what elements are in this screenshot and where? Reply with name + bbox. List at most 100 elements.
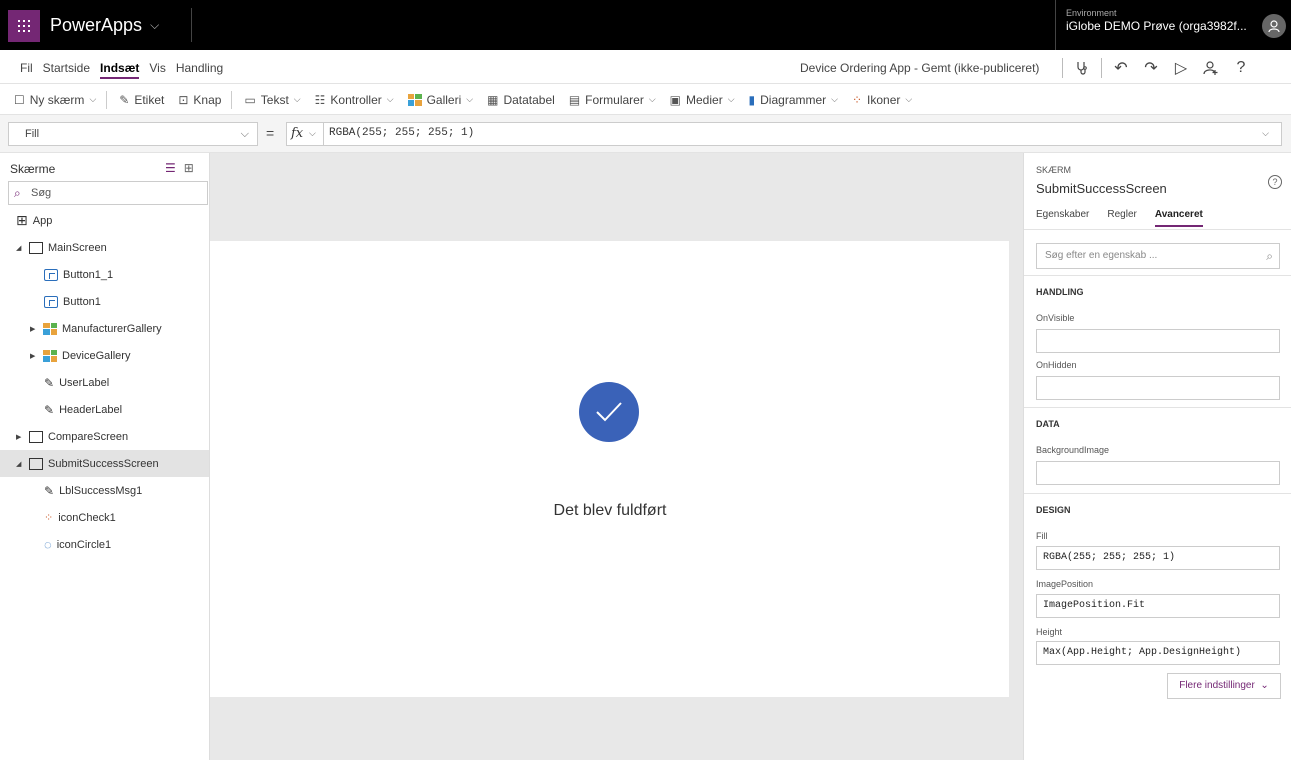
undo-icon: ↶ bbox=[1114, 60, 1128, 77]
label-label: Etiket bbox=[134, 92, 165, 107]
app-launcher-button[interactable] bbox=[8, 10, 40, 42]
tab-indsaet[interactable]: Indsæt bbox=[100, 61, 140, 79]
panel-tabs: Egenskaber Regler Avanceret bbox=[1036, 209, 1203, 227]
tree-node-app[interactable]: ⊞ App bbox=[0, 207, 209, 234]
undo-button[interactable]: ↶ bbox=[1106, 56, 1136, 80]
new-screen-button[interactable]: ☐ Ny skærm ⌵ bbox=[14, 93, 96, 107]
play-icon: ▷ bbox=[1174, 60, 1188, 77]
tab-startside[interactable]: Startside bbox=[43, 61, 90, 79]
fill-input[interactable]: RGBA(255; 255; 255; 1) bbox=[1036, 546, 1280, 570]
sliders-icon: ☷ bbox=[314, 92, 326, 107]
charts-button[interactable]: ▮ Diagrammer ⌵ bbox=[749, 93, 838, 107]
tab-properties[interactable]: Egenskaber bbox=[1036, 209, 1089, 227]
collapsed-triangle-icon[interactable]: ▶ bbox=[30, 352, 38, 360]
controls-button[interactable]: ☷ Kontroller ⌵ bbox=[315, 93, 394, 107]
gallery-button[interactable]: Galleri ⌵ bbox=[407, 93, 474, 107]
tree-node-button1[interactable]: Button1 bbox=[0, 288, 209, 315]
chevron-down-icon: ⌵ bbox=[293, 94, 301, 104]
text-input-icon: ▭ bbox=[244, 92, 256, 107]
screen-icon bbox=[29, 457, 43, 470]
tree-node-iconcircle1[interactable]: ◌ iconCircle1 bbox=[0, 531, 209, 558]
chevron-down-icon: ⌵ bbox=[89, 94, 97, 104]
app-checker-button[interactable] bbox=[1067, 56, 1097, 80]
datatable-label: Datatabel bbox=[503, 92, 555, 107]
forms-button[interactable]: ▤ Formularer ⌵ bbox=[569, 93, 656, 107]
onhidden-input[interactable] bbox=[1036, 376, 1280, 400]
tab-advanced[interactable]: Avanceret bbox=[1154, 209, 1203, 227]
question-icon: ? bbox=[1236, 59, 1246, 76]
tree-view-pane: Skærme ☰ ⊞ ⌕ Søg ⊞ App ◢ MainScreen Butt… bbox=[0, 153, 210, 760]
section-handling: HANDLING OnVisible OnHidden bbox=[1024, 275, 1291, 407]
media-button[interactable]: ▣ Medier ⌵ bbox=[670, 93, 735, 107]
chevron-down-icon[interactable]: ⌵ bbox=[309, 128, 316, 139]
gallery-icon bbox=[407, 93, 422, 106]
property-search-input[interactable]: Søg efter en egenskab ... ⌕ bbox=[1036, 243, 1280, 269]
redo-button[interactable]: ↷ bbox=[1136, 56, 1166, 80]
collapsed-triangle-icon[interactable]: ▶ bbox=[30, 325, 38, 333]
tree-search-input[interactable]: ⌕ Søg bbox=[8, 181, 208, 205]
height-input[interactable]: Max(App.Height; App.DesignHeight) bbox=[1036, 641, 1280, 665]
tab-vis[interactable]: Vis bbox=[149, 61, 165, 79]
help-icon[interactable]: ? bbox=[1268, 175, 1282, 189]
share-button[interactable] bbox=[1196, 56, 1226, 80]
divider bbox=[1024, 229, 1291, 230]
equals-sign: = bbox=[266, 125, 275, 141]
environment-label: Environment bbox=[1066, 8, 1117, 18]
label-button[interactable]: ✎ Etiket bbox=[119, 93, 164, 107]
tree-node-button1-1[interactable]: Button1_1 bbox=[0, 261, 209, 288]
backgroundimage-input[interactable] bbox=[1036, 461, 1280, 485]
expanded-triangle-icon[interactable]: ◢ bbox=[16, 244, 24, 252]
expand-formula-icon[interactable]: ⌵ bbox=[1262, 128, 1269, 139]
tree-node-headerlabel[interactable]: ✎ HeaderLabel bbox=[0, 396, 209, 423]
icons-button[interactable]: ⁘ Ikoner ⌵ bbox=[852, 93, 912, 107]
formula-input[interactable]: RGBA(255; 255; 255; 1) bbox=[329, 127, 474, 139]
bar-chart-icon: ▮ bbox=[748, 92, 756, 107]
user-avatar[interactable] bbox=[1262, 14, 1286, 38]
success-message-label[interactable]: Det blev fuldført bbox=[460, 502, 760, 520]
tree-node-submitsuccessscreen[interactable]: ◢ SubmitSuccessScreen bbox=[0, 450, 209, 477]
success-check-circle[interactable] bbox=[579, 382, 639, 442]
tab-fil[interactable]: Fil bbox=[20, 61, 33, 79]
environment-picker[interactable]: Environment iGlobe DEMO Prøve (orga3982f… bbox=[1055, 0, 1255, 50]
submit-success-screen[interactable]: Det blev fuldført bbox=[210, 241, 1009, 697]
tree-node-userlabel[interactable]: ✎ UserLabel bbox=[0, 369, 209, 396]
property-selector[interactable]: Fill ⌵ bbox=[8, 122, 258, 146]
tree-node-label: LblSuccessMsg1 bbox=[59, 484, 143, 497]
tab-handling[interactable]: Handling bbox=[176, 61, 223, 79]
control-name: SubmitSuccessScreen bbox=[1036, 181, 1167, 196]
imageposition-label: ImagePosition bbox=[1036, 579, 1094, 589]
section-title: HANDLING bbox=[1036, 287, 1084, 297]
tree-node-label: Button1 bbox=[63, 295, 101, 308]
chevron-down-icon: ⌵ bbox=[466, 94, 474, 104]
text-button[interactable]: ▭ Tekst ⌵ bbox=[244, 93, 300, 107]
icons-icon: ⁘ bbox=[851, 92, 863, 107]
screen-icon bbox=[29, 430, 43, 443]
tab-rules[interactable]: Regler bbox=[1107, 209, 1136, 227]
brand-switcher[interactable]: PowerApps ⌵ bbox=[50, 8, 192, 42]
backgroundimage-label: BackgroundImage bbox=[1036, 445, 1110, 455]
label-icon: ✎ bbox=[44, 402, 55, 417]
expanded-triangle-icon[interactable]: ◢ bbox=[16, 460, 24, 468]
design-canvas[interactable]: Det blev fuldført bbox=[210, 153, 1023, 760]
onvisible-input[interactable] bbox=[1036, 329, 1280, 353]
datatable-button[interactable]: ▦ Datatabel bbox=[487, 93, 555, 107]
tree-node-label: SubmitSuccessScreen bbox=[48, 457, 159, 470]
tree-node-lblsuccessmsg1[interactable]: ✎ LblSuccessMsg1 bbox=[0, 477, 209, 504]
section-title: DESIGN bbox=[1036, 505, 1071, 515]
person-icon bbox=[1268, 20, 1280, 33]
preview-button[interactable]: ▷ bbox=[1166, 56, 1196, 80]
tree-node-devicegallery[interactable]: ▶ DeviceGallery bbox=[0, 342, 209, 369]
tree-node-iconcheck1[interactable]: ⁘ iconCheck1 bbox=[0, 504, 209, 531]
more-settings-button[interactable]: Flere indstillinger ⌄ bbox=[1167, 673, 1281, 699]
tree-node-mainscreen[interactable]: ◢ MainScreen bbox=[0, 234, 209, 261]
imageposition-input[interactable]: ImagePosition.Fit bbox=[1036, 594, 1280, 618]
list-view-icon[interactable]: ☰ bbox=[165, 161, 176, 175]
button-button[interactable]: ⊡ Knap bbox=[178, 93, 221, 107]
thumbnail-view-icon[interactable]: ⊞ bbox=[184, 161, 194, 175]
label-icon: ✎ bbox=[44, 483, 55, 498]
help-button[interactable]: ? bbox=[1226, 56, 1256, 80]
fx-icon[interactable]: fx bbox=[291, 126, 303, 141]
tree-node-manufacturergallery[interactable]: ▶ ManufacturerGallery bbox=[0, 315, 209, 342]
tree-node-comparescreen[interactable]: ▶ CompareScreen bbox=[0, 423, 209, 450]
collapsed-triangle-icon[interactable]: ▶ bbox=[16, 433, 24, 441]
